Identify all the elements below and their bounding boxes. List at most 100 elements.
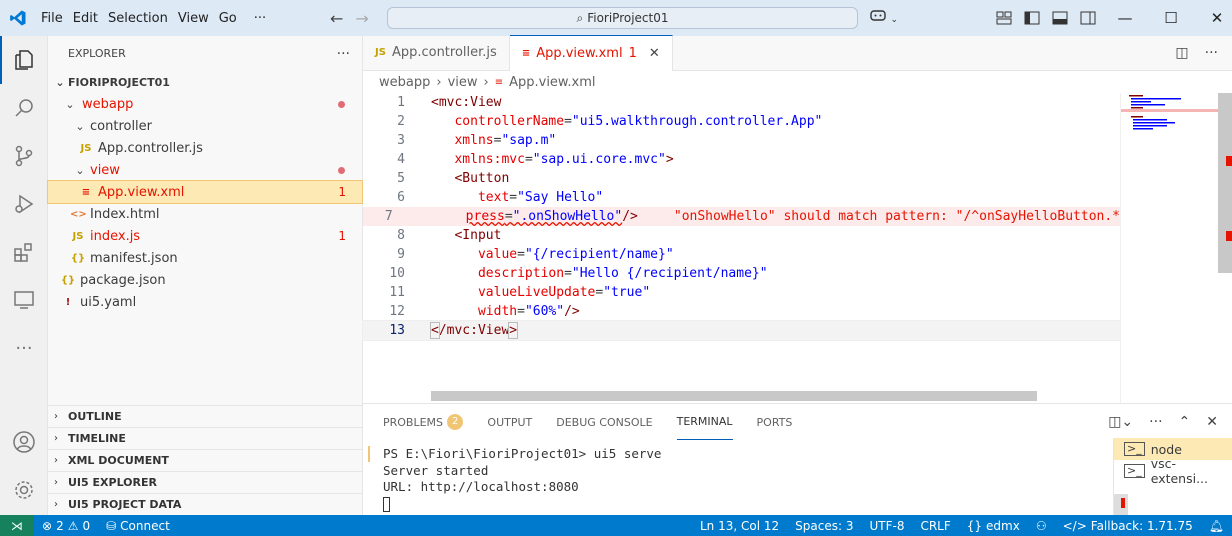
menu-file[interactable]: File: [36, 11, 68, 26]
close-window-button[interactable]: ✕: [1194, 0, 1232, 36]
explorer-more-icon[interactable]: ···: [337, 46, 350, 62]
forward-arrow-icon[interactable]: →: [355, 9, 368, 28]
more-actions-icon[interactable]: ···: [1149, 414, 1162, 430]
tab-app-controller[interactable]: JS App.controller.js: [363, 35, 510, 70]
menu-selection[interactable]: Selection: [103, 11, 173, 26]
section-ui5-explorer[interactable]: › UI5 EXPLORER: [48, 471, 363, 493]
tree-file-app-controller[interactable]: JS App.controller.js: [48, 137, 362, 159]
toggle-sidebar-icon[interactable]: [1018, 11, 1046, 25]
settings-gear-icon[interactable]: [0, 466, 48, 514]
terminal-item-label: vsc-extensi...: [1150, 456, 1209, 486]
terminal-output[interactable]: PS E:\Fiori\FioriProject01> ui5 serve Se…: [383, 446, 661, 512]
tree-file-manifest[interactable]: {} manifest.json: [48, 247, 362, 269]
breadcrumb-view[interactable]: view: [448, 75, 478, 90]
tab-output[interactable]: OUTPUT: [487, 404, 532, 440]
tree-folder-controller[interactable]: ⌄ controller: [48, 115, 362, 137]
editor-tabs: JS App.controller.js ≡ App.view.xml 1 ✕ …: [363, 35, 1232, 71]
chevron-right-icon: ›: [54, 499, 58, 510]
more-views-icon[interactable]: ···: [0, 324, 48, 372]
tree-folder-view[interactable]: ⌄ view: [48, 159, 362, 181]
vscode-logo-icon: [0, 0, 36, 36]
tree-label: webapp: [82, 96, 134, 112]
extensions-icon[interactable]: [0, 228, 48, 276]
menu-go[interactable]: Go: [214, 11, 242, 26]
encoding-status[interactable]: UTF-8: [861, 519, 912, 533]
toggle-secondary-sidebar-icon[interactable]: [1074, 11, 1102, 25]
tree-label: ui5.yaml: [80, 294, 137, 310]
chevron-down-icon: ⌄: [75, 119, 85, 133]
copilot-icon[interactable]: ⌄: [870, 8, 898, 26]
code-editor[interactable]: 1 <mvc:View 2 controllerName="ui5.walkthr…: [362, 93, 1121, 341]
split-editor-icon[interactable]: ◫: [1175, 45, 1188, 61]
editor-horizontal-scrollbar[interactable]: [431, 391, 1037, 401]
chevron-down-icon: ⌄: [55, 75, 65, 89]
tab-label: App.controller.js: [391, 45, 497, 60]
copilot-status-icon[interactable]: ⚇: [1028, 519, 1055, 533]
minimize-button[interactable]: —: [1102, 0, 1148, 36]
tab-ports[interactable]: PORTS: [757, 404, 793, 440]
command-center[interactable]: ⌕ FioriProject01: [387, 7, 858, 29]
terminal-icon: >_: [1124, 464, 1145, 478]
ui5-version-status[interactable]: </> Fallback: 1.71.75: [1055, 519, 1201, 533]
tab-problems[interactable]: PROBLEMS 2: [383, 404, 464, 440]
toggle-panel-icon[interactable]: [1046, 11, 1074, 25]
close-panel-icon[interactable]: ✕: [1206, 414, 1218, 430]
section-xml-document[interactable]: › XML DOCUMENT: [48, 449, 363, 471]
maximize-panel-icon[interactable]: ⌃: [1179, 414, 1191, 430]
breadcrumb-webapp[interactable]: webapp: [379, 75, 430, 90]
tab-debug-console[interactable]: DEBUG CONSOLE: [556, 404, 652, 440]
customize-layout-icon[interactable]: [990, 11, 1018, 25]
eol-status[interactable]: CRLF: [912, 519, 958, 533]
menu-more[interactable]: ···: [242, 11, 271, 26]
connect-status[interactable]: ⛁ Connect: [98, 519, 178, 533]
section-label: XML DOCUMENT: [68, 454, 169, 467]
notifications-bell-icon[interactable]: 🔔︎: [1201, 519, 1232, 533]
menu-view[interactable]: View: [173, 11, 214, 26]
accounts-icon[interactable]: [0, 418, 48, 466]
error-count-badge: 1: [338, 229, 346, 243]
tree-file-package-json[interactable]: {} package.json: [48, 269, 362, 291]
tree-folder-webapp[interactable]: ⌄ webapp: [48, 93, 362, 115]
project-root[interactable]: ⌄ FIORIPROJECT01: [48, 71, 362, 93]
database-icon: ⛁: [106, 518, 117, 533]
breadcrumb: webapp › view › ≡ App.view.xml: [363, 71, 1232, 93]
panel-tabs: PROBLEMS 2 OUTPUT DEBUG CONSOLE TERMINAL …: [363, 404, 1232, 440]
javascript-file-icon: JS: [72, 230, 84, 242]
tree-file-index-html[interactable]: <> Index.html: [48, 203, 362, 225]
section-ui5-project-data[interactable]: › UI5 PROJECT DATA: [48, 493, 363, 515]
maximize-button[interactable]: ☐: [1148, 0, 1194, 36]
tab-app-view[interactable]: ≡ App.view.xml 1 ✕: [509, 35, 673, 71]
more-actions-icon[interactable]: ···: [1205, 45, 1218, 61]
search-icon[interactable]: [0, 84, 48, 132]
close-icon[interactable]: ✕: [649, 46, 660, 61]
cursor-position[interactable]: Ln 13, Col 12: [692, 519, 787, 533]
breadcrumb-file[interactable]: App.view.xml: [509, 75, 595, 90]
menu-edit[interactable]: Edit: [68, 11, 103, 26]
section-label: OUTLINE: [68, 410, 122, 423]
section-outline[interactable]: › OUTLINE: [48, 405, 363, 427]
yaml-file-icon: !: [65, 296, 71, 308]
section-timeline[interactable]: › TIMELINE: [48, 427, 363, 449]
sidebar-sections: › OUTLINE › TIMELINE › XML DOCUMENT › UI5 EX…: [48, 405, 363, 515]
remote-explorer-icon[interactable]: [0, 276, 48, 324]
problems-status[interactable]: ⊗ 2 ⚠ 0: [34, 519, 98, 533]
bottom-panel: PROBLEMS 2 OUTPUT DEBUG CONSOLE TERMINAL …: [363, 403, 1232, 516]
html-file-icon: <>: [70, 208, 87, 220]
run-debug-icon[interactable]: [0, 180, 48, 228]
tree-file-app-view[interactable]: ≡ App.view.xml 1: [47, 180, 363, 204]
terminal-list-scrollbar[interactable]: [1114, 494, 1128, 516]
back-arrow-icon[interactable]: ←: [330, 9, 343, 28]
tab-terminal[interactable]: TERMINAL: [676, 404, 733, 440]
explorer-icon[interactable]: [0, 36, 48, 84]
indentation-status[interactable]: Spaces: 3: [787, 519, 861, 533]
tree-file-ui5-yaml[interactable]: ! ui5.yaml: [48, 291, 362, 313]
remote-indicator-icon[interactable]: ⋊: [0, 515, 34, 536]
chevron-down-icon: ⌄: [65, 97, 75, 111]
tree-file-index-js[interactable]: JS index.js 1: [48, 225, 362, 247]
source-control-icon[interactable]: [0, 132, 48, 180]
terminal-item-extension[interactable]: >_ vsc-extensi...: [1114, 456, 1232, 486]
minimap[interactable]: [1120, 93, 1232, 403]
language-mode[interactable]: {} edmx: [959, 519, 1028, 533]
split-terminal-icon[interactable]: ◫⌄: [1108, 414, 1133, 430]
editor-vertical-scrollbar[interactable]: [1218, 93, 1232, 273]
